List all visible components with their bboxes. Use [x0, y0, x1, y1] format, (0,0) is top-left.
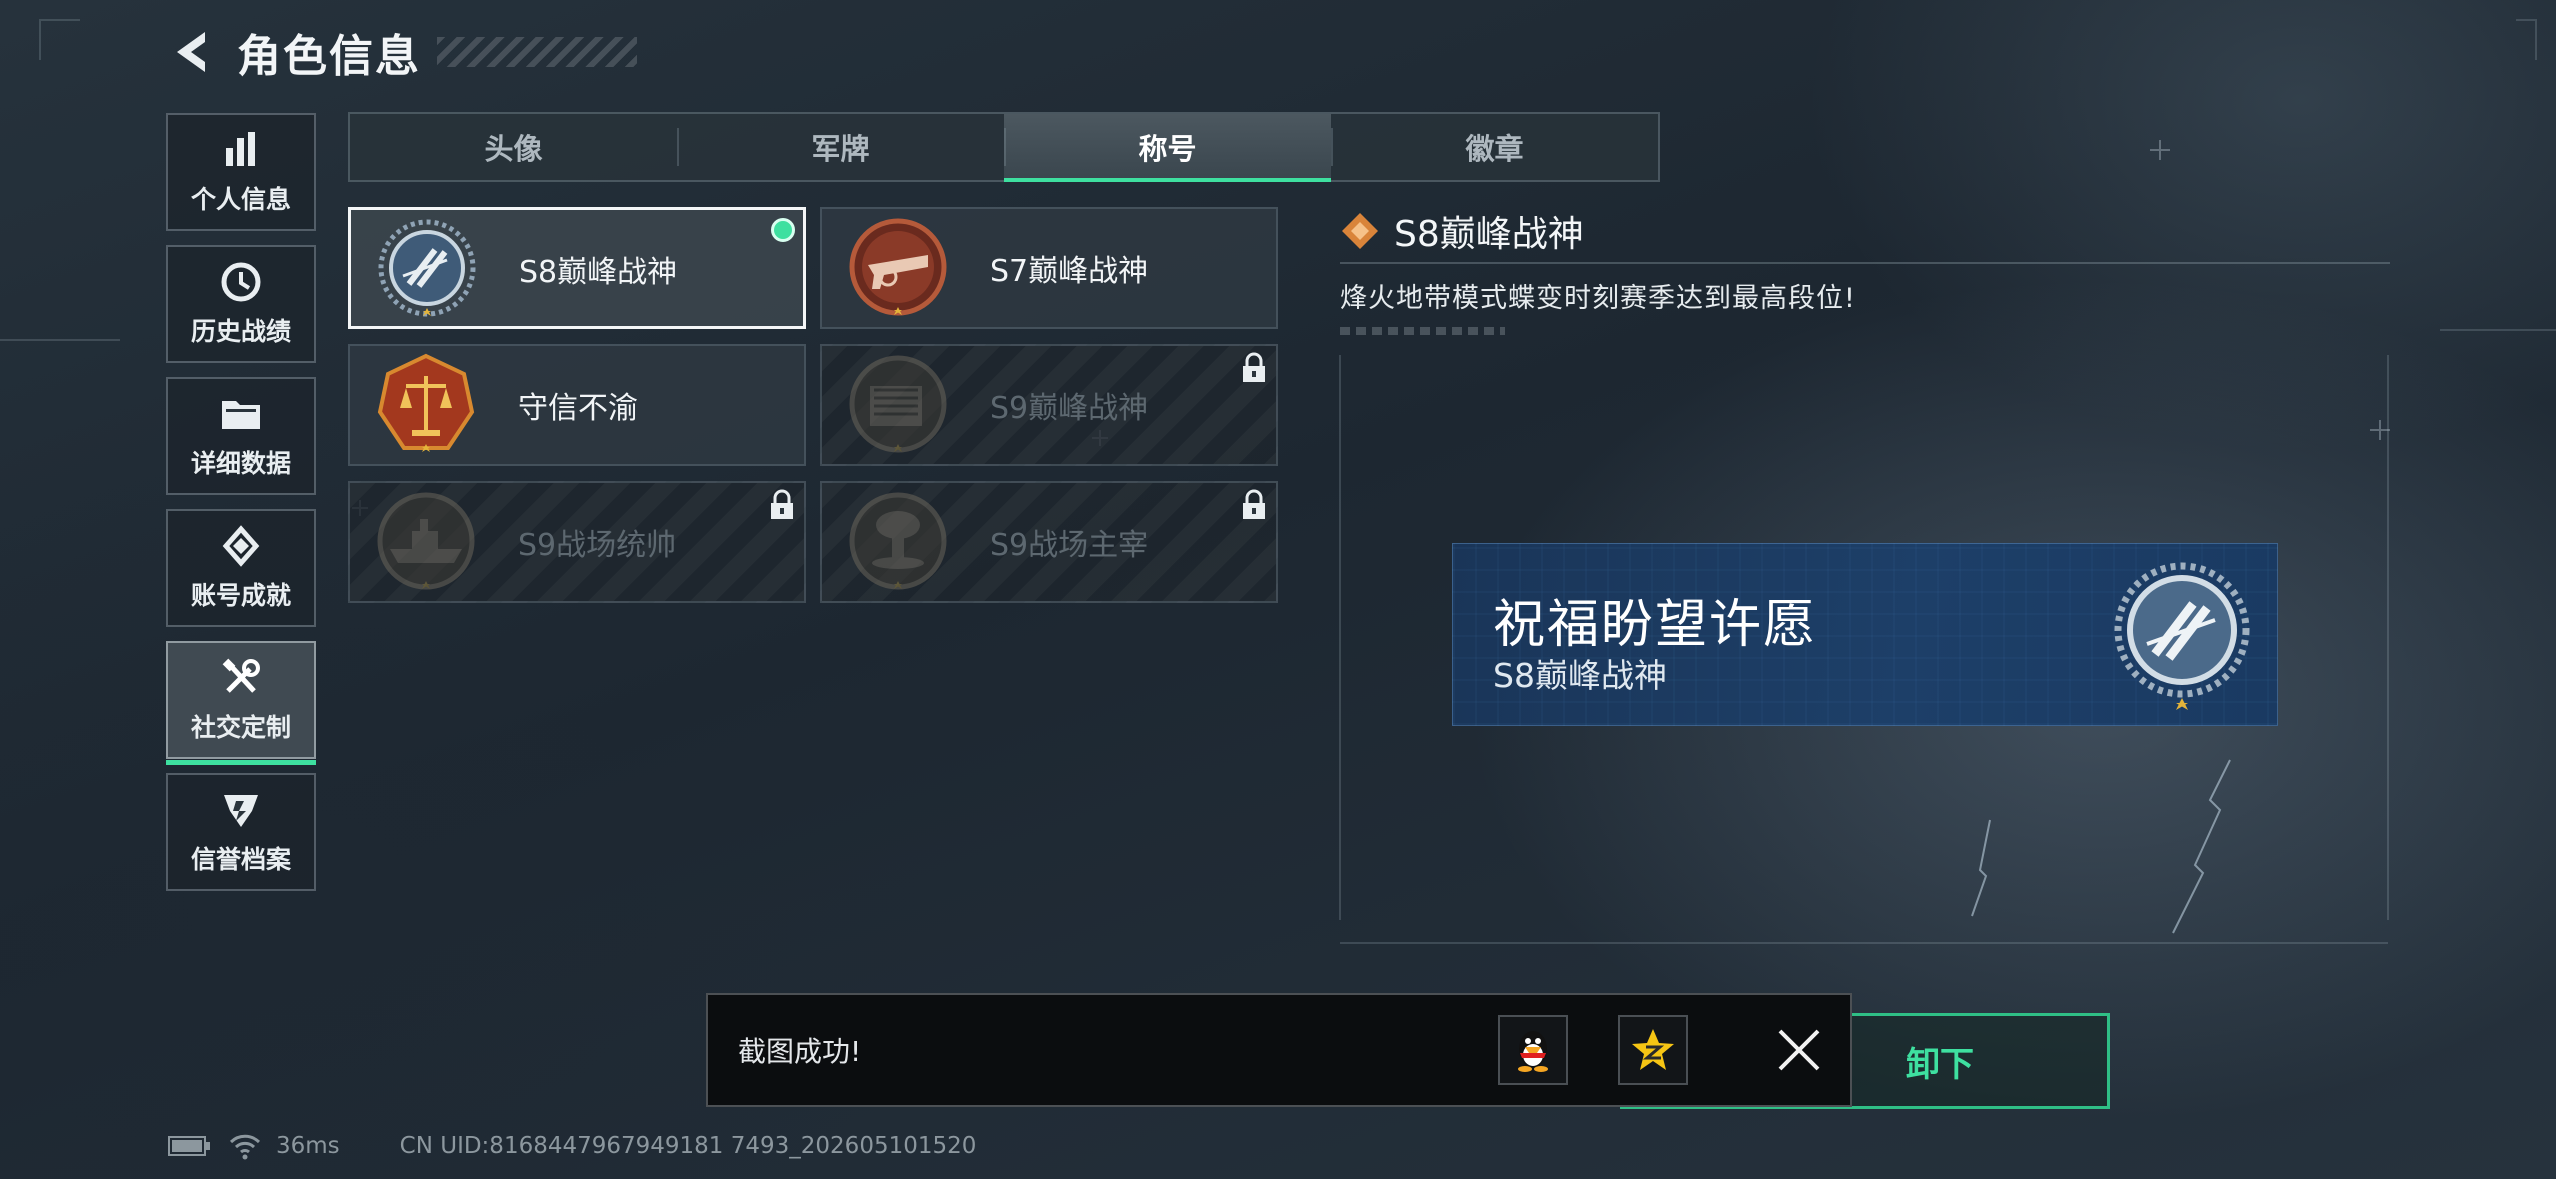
- sidenav-item-detailed-data[interactable]: 详细数据: [166, 377, 316, 495]
- sidenav-label: 社交定制: [190, 713, 291, 742]
- sidenav-item-achievements[interactable]: 账号成就: [166, 509, 316, 627]
- bar-chart-icon: [219, 128, 263, 172]
- title-decoration: [437, 37, 637, 67]
- sidenav-label: 详细数据: [190, 449, 291, 478]
- detail-sub-decoration: [1340, 327, 1505, 335]
- sidenav-item-history[interactable]: 历史战绩: [166, 245, 316, 363]
- detail-description: 烽火地带模式蝶变时刻赛季达到最高段位!: [1340, 283, 1856, 314]
- sidenav-item-credit-record[interactable]: 信誉档案: [166, 773, 316, 891]
- title-card-s9-dominator[interactable]: S9战场主宰: [820, 481, 1278, 603]
- s7-peak-emblem-icon: [849, 218, 947, 316]
- status-bar: 36ms CN UID:8168447967949181 7493_202605…: [168, 1128, 976, 1164]
- share-qzone-button[interactable]: [1618, 1015, 1688, 1085]
- history-clock-icon: [219, 260, 263, 304]
- divider: [1340, 262, 2390, 264]
- title-card-name: S9战场统帅: [518, 528, 677, 563]
- preview-player-name: 祝福盼望许愿: [1493, 595, 1818, 655]
- s9-dominator-emblem-icon: [849, 492, 947, 590]
- toast-close-button[interactable]: [1768, 1019, 1830, 1081]
- title-card-s7-peak[interactable]: S7巅峰战神: [820, 207, 1278, 329]
- network-latency: 36ms: [276, 1133, 340, 1159]
- sidenav-label: 个人信息: [190, 185, 291, 214]
- title-card-s9-commander[interactable]: S9战场统帅: [348, 481, 806, 603]
- s8-peak-emblem-icon: [2114, 562, 2250, 710]
- credit-shield-icon: [219, 788, 263, 832]
- achievement-icon: [219, 524, 263, 568]
- detail-title: S8巅峰战神: [1394, 214, 1584, 255]
- tab-title[interactable]: 称号: [1004, 114, 1331, 182]
- battery-icon: [168, 1136, 210, 1156]
- lock-icon: [771, 489, 793, 519]
- s8-peak-emblem-icon: [378, 219, 476, 317]
- s9-peak-emblem-icon: [849, 355, 947, 453]
- equipped-indicator: [771, 218, 795, 242]
- preview-title-name: S8巅峰战神: [1493, 656, 1667, 695]
- title-preview-banner: 祝福盼望许愿 S8巅峰战神: [1452, 543, 2278, 726]
- sidenav-item-personal-info[interactable]: 个人信息: [166, 113, 316, 231]
- qzone-star-icon: [1632, 1029, 1674, 1070]
- back-button[interactable]: [165, 22, 213, 82]
- unequip-label: 卸下: [1906, 1044, 1974, 1085]
- title-card-name: S7巅峰战神: [990, 254, 1149, 289]
- sidenav-item-social-custom[interactable]: 社交定制: [166, 641, 316, 765]
- title-card-name: S9战场主宰: [990, 528, 1149, 563]
- toast-message: 截图成功!: [738, 1035, 862, 1068]
- justice-scale-emblem-icon: [377, 353, 475, 452]
- wifi-icon: [229, 1134, 261, 1160]
- title-detail-panel: S8巅峰战神 烽火地带模式蝶变时刻赛季达到最高段位!: [1340, 200, 2390, 335]
- category-tabs: 头像 军牌 称号 徽章: [348, 112, 1660, 182]
- tab-badge[interactable]: 徽章: [1331, 114, 1658, 180]
- title-card-name: 守信不渝: [518, 391, 638, 426]
- title-rarity-icon: [1342, 213, 1378, 249]
- page-title: 角色信息: [237, 31, 421, 82]
- qq-penguin-icon: [1518, 1031, 1548, 1072]
- back-arrow-icon: [177, 32, 205, 72]
- close-icon: [1778, 1029, 1820, 1071]
- sidenav-label: 信誉档案: [190, 845, 291, 874]
- side-navigation: 个人信息 历史战绩 详细数据 账号成就 社交定制 信誉档案: [166, 113, 316, 905]
- share-qq-button[interactable]: [1498, 1015, 1568, 1085]
- s9-commander-emblem-icon: [377, 492, 475, 590]
- screenshot-toast: 截图成功!: [706, 993, 1852, 1107]
- title-card-s8-peak[interactable]: S8巅峰战神: [348, 207, 806, 329]
- tab-dog-tag[interactable]: 军牌: [677, 114, 1004, 180]
- lock-icon: [1243, 352, 1265, 382]
- sidenav-label: 历史战绩: [190, 317, 291, 346]
- folder-icon: [219, 392, 263, 436]
- sidenav-label: 账号成就: [190, 581, 291, 610]
- tab-avatar[interactable]: 头像: [350, 114, 677, 180]
- title-card-name: S9巅峰战神: [990, 391, 1149, 426]
- tools-icon: [219, 656, 263, 700]
- user-uid: CN UID:8168447967949181 7493_20260510152…: [399, 1133, 977, 1159]
- title-card-s9-peak[interactable]: S9巅峰战神: [820, 344, 1278, 466]
- title-card-honesty[interactable]: 守信不渝: [348, 344, 806, 466]
- lock-icon: [1243, 489, 1265, 519]
- title-card-name: S8巅峰战神: [519, 255, 678, 290]
- header: 角色信息: [165, 22, 637, 82]
